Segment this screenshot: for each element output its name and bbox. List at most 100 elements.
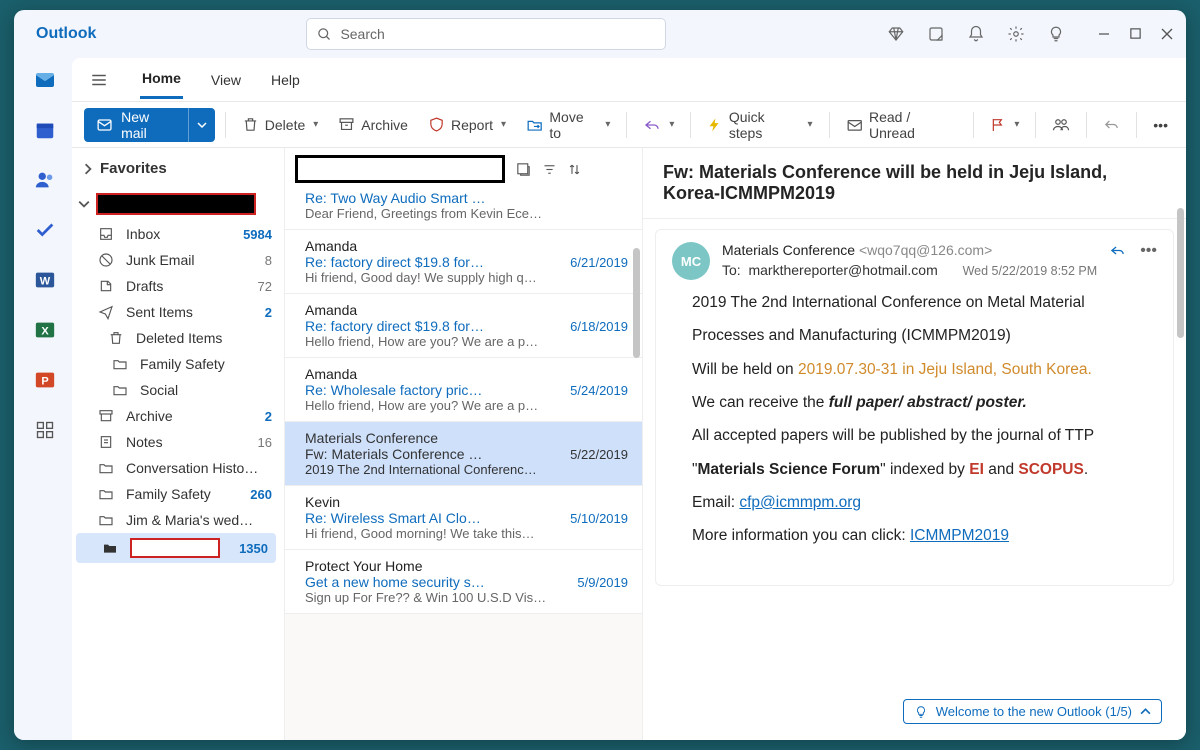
body-line: 2019 The 2nd International Conference on… [692,286,1137,353]
tab-help[interactable]: Help [269,62,302,98]
report-label: Report [451,117,493,133]
hamburger-icon[interactable] [90,71,108,89]
archive-button[interactable]: Archive [332,112,414,137]
app-brand: Outlook [26,25,96,43]
message-date: 6/21/2019 [570,255,628,270]
folder-count: 16 [244,435,272,450]
body-text: Email: [692,494,739,511]
search-input[interactable]: Search [306,18,666,50]
folder-item[interactable]: Drafts72 [72,273,280,299]
new-mail-button[interactable]: New mail [84,108,215,142]
reply-icon[interactable] [1109,242,1126,259]
body-text: More information you can click: [692,527,910,544]
reply-button[interactable]: ▾ [637,112,680,138]
favorites-header[interactable]: Favorites [72,156,280,181]
chevron-down-icon [78,198,90,210]
more-info-link[interactable]: ICMMPM2019 [910,527,1009,544]
folder-item[interactable]: Archive2 [72,403,280,429]
draft-icon [98,278,116,294]
filter-icon[interactable] [542,162,557,177]
account-header[interactable] [72,187,280,221]
more-button[interactable]: ••• [1147,113,1174,137]
report-button[interactable]: Report▾ [422,112,512,137]
notes-icon[interactable] [927,25,945,43]
scrollbar-thumb[interactable] [633,248,640,358]
rail-people[interactable] [31,166,59,194]
rail-calendar[interactable] [31,116,59,144]
folder-name: Deleted Items [136,330,222,346]
flag-button[interactable]: ▾ [984,113,1025,137]
folder-item[interactable]: Inbox5984 [72,221,280,247]
tips-icon[interactable] [1047,25,1065,43]
maximize-button[interactable] [1129,27,1142,41]
message-subject: Re: Wireless Smart AI Clo… [305,510,481,526]
message-subject: Re: factory direct $19.8 for… [305,254,484,270]
ellipsis-icon: ••• [1153,117,1168,133]
message-items[interactable]: Re: Two Way Audio Smart …Dear Friend, Gr… [285,190,642,740]
readunread-button[interactable]: Read / Unread [840,105,964,145]
folder-icon [112,356,130,372]
undo-button[interactable] [1097,112,1126,137]
message-item[interactable]: AmandaRe: Wholesale factory pric…5/24/20… [285,358,642,422]
message-from: Kevin [305,494,628,510]
close-button[interactable] [1160,27,1174,41]
message-date: Wed 5/22/2019 8:52 PM [963,264,1098,278]
bell-icon[interactable] [967,25,985,43]
tab-strip: Home View Help [72,58,1186,102]
scrollbar-thumb[interactable] [1177,208,1184,338]
folder-item[interactable]: Jim & Maria's wed… [72,507,280,533]
svg-text:X: X [41,326,49,338]
settings-icon[interactable] [1007,25,1025,43]
minimize-button[interactable] [1097,27,1111,41]
folder-item[interactable]: Sent Items2 [72,299,280,325]
body-text: We can receive the [692,394,829,411]
more-actions-icon[interactable]: ••• [1140,242,1157,260]
folder-name: Family Safety [126,486,211,502]
folder-item[interactable]: Social [72,377,280,403]
select-all-icon[interactable] [515,161,532,178]
search-icon [317,27,332,42]
email-link[interactable]: cfp@icmmpm.org [739,494,861,511]
folder-item[interactable]: Notes16 [72,429,280,455]
people-button[interactable] [1046,112,1076,138]
body-text: . [1084,461,1088,478]
bulb-icon [914,705,928,719]
delete-button[interactable]: Delete▾ [236,112,325,137]
sort-icon[interactable] [567,162,582,177]
quicksteps-label: Quick steps [729,109,800,141]
app-rail: W X P [14,58,72,740]
new-mail-dropdown[interactable] [188,108,215,142]
message-list: Re: Two Way Audio Smart …Dear Friend, Gr… [285,148,643,740]
welcome-tip[interactable]: Welcome to the new Outlook (1/5) [903,699,1162,724]
quicksteps-button[interactable]: Quick steps▾ [701,105,818,145]
rail-more-apps[interactable] [31,416,59,444]
folder-item[interactable]: Family Safety260 [72,481,280,507]
message-item[interactable]: Materials ConferenceFw: Materials Confer… [285,422,642,486]
rail-mail[interactable] [31,66,59,94]
message-item[interactable]: AmandaRe: factory direct $19.8 for…6/21/… [285,230,642,294]
rail-word[interactable]: W [31,266,59,294]
tab-home[interactable]: Home [140,60,183,99]
message-item[interactable]: Re: Two Way Audio Smart …Dear Friend, Gr… [285,190,642,230]
junk-icon [98,252,116,268]
rail-todo[interactable] [31,216,59,244]
folder-item[interactable]: Junk Email8 [72,247,280,273]
chevron-up-icon [1140,706,1151,717]
message-item[interactable]: KevinRe: Wireless Smart AI Clo…5/10/2019… [285,486,642,550]
folder-item[interactable]: 1350 [76,533,276,563]
folder-item[interactable]: Family Safety [72,351,280,377]
folder-item[interactable]: Conversation Histo… [72,455,280,481]
rail-excel[interactable]: X [31,316,59,344]
rail-powerpoint[interactable]: P [31,366,59,394]
tab-view[interactable]: View [209,62,243,98]
moveto-button[interactable]: Move to▾ [520,105,616,145]
folder-item[interactable]: Deleted Items [72,325,280,351]
body-bold: full paper/ abstract/ poster. [829,394,1027,411]
trash-icon [108,330,126,346]
message-preview: Hello friend, How are you? We are a p… [305,334,628,349]
sender-name: Materials Conference [722,242,855,258]
body-bold: Materials Science Forum [698,461,881,478]
message-item[interactable]: Protect Your HomeGet a new home security… [285,550,642,614]
message-item[interactable]: AmandaRe: factory direct $19.8 for…6/18/… [285,294,642,358]
premium-icon[interactable] [887,25,905,43]
